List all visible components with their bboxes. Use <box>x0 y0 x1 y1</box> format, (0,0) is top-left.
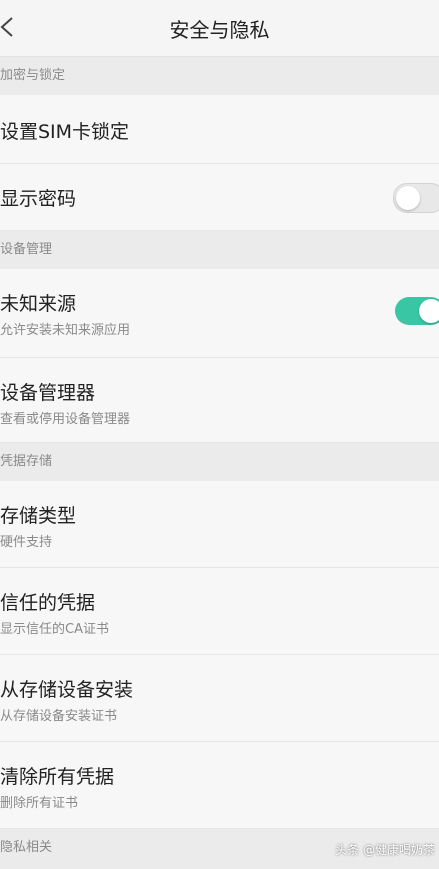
item-title: 设备管理器 <box>0 382 96 404</box>
section-header-encryption: 加密与锁定 <box>0 57 439 95</box>
list-item-install-from-storage[interactable]: 从存储设备安装 从存储设备安装证书 <box>0 655 439 742</box>
list-item-storage-type[interactable]: 存储类型 硬件支持 <box>0 481 439 568</box>
item-subtitle: 显示信任的CA证书 <box>0 622 109 637</box>
item-subtitle: 从存储设备安装证书 <box>0 709 118 724</box>
item-subtitle: 硬件支持 <box>0 535 53 550</box>
watermark-text: 头条 @健康喝奶茶 <box>335 843 435 857</box>
page-title: 安全与隐私 <box>169 18 270 42</box>
section-header-device: 设备管理 <box>0 231 439 269</box>
item-title: 存储类型 <box>0 505 77 527</box>
list-item-show-password[interactable]: 显示密码 <box>0 164 439 231</box>
item-title: 信任的凭据 <box>0 592 96 614</box>
unknown-sources-toggle[interactable] <box>395 297 439 325</box>
list-item-trusted-credentials[interactable]: 信任的凭据 显示信任的CA证书 <box>0 568 439 655</box>
list-item-clear-credentials[interactable]: 清除所有凭据 删除所有证书 <box>0 742 439 829</box>
item-title: 清除所有凭据 <box>0 766 115 788</box>
item-subtitle: 删除所有证书 <box>0 796 79 811</box>
list-item-sim-lock[interactable]: 设置SIM卡锁定 <box>0 95 439 164</box>
item-title: 设置SIM卡锁定 <box>0 121 130 143</box>
show-password-toggle[interactable] <box>393 183 439 213</box>
top-bar: 安全与隐私 <box>0 0 439 57</box>
toggle-knob <box>419 299 439 323</box>
item-title: 未知来源 <box>0 293 77 315</box>
item-title: 显示密码 <box>0 188 77 210</box>
item-subtitle: 允许安装未知来源应用 <box>0 323 131 338</box>
toggle-knob <box>396 186 420 210</box>
section-header-credentials: 凭据存储 <box>0 443 439 481</box>
list-item-unknown-sources[interactable]: 未知来源 允许安装未知来源应用 <box>0 269 439 358</box>
item-title: 从存储设备安装 <box>0 679 134 701</box>
item-subtitle: 查看或停用设备管理器 <box>0 412 131 427</box>
list-item-device-admin[interactable]: 设备管理器 查看或停用设备管理器 <box>0 358 439 443</box>
